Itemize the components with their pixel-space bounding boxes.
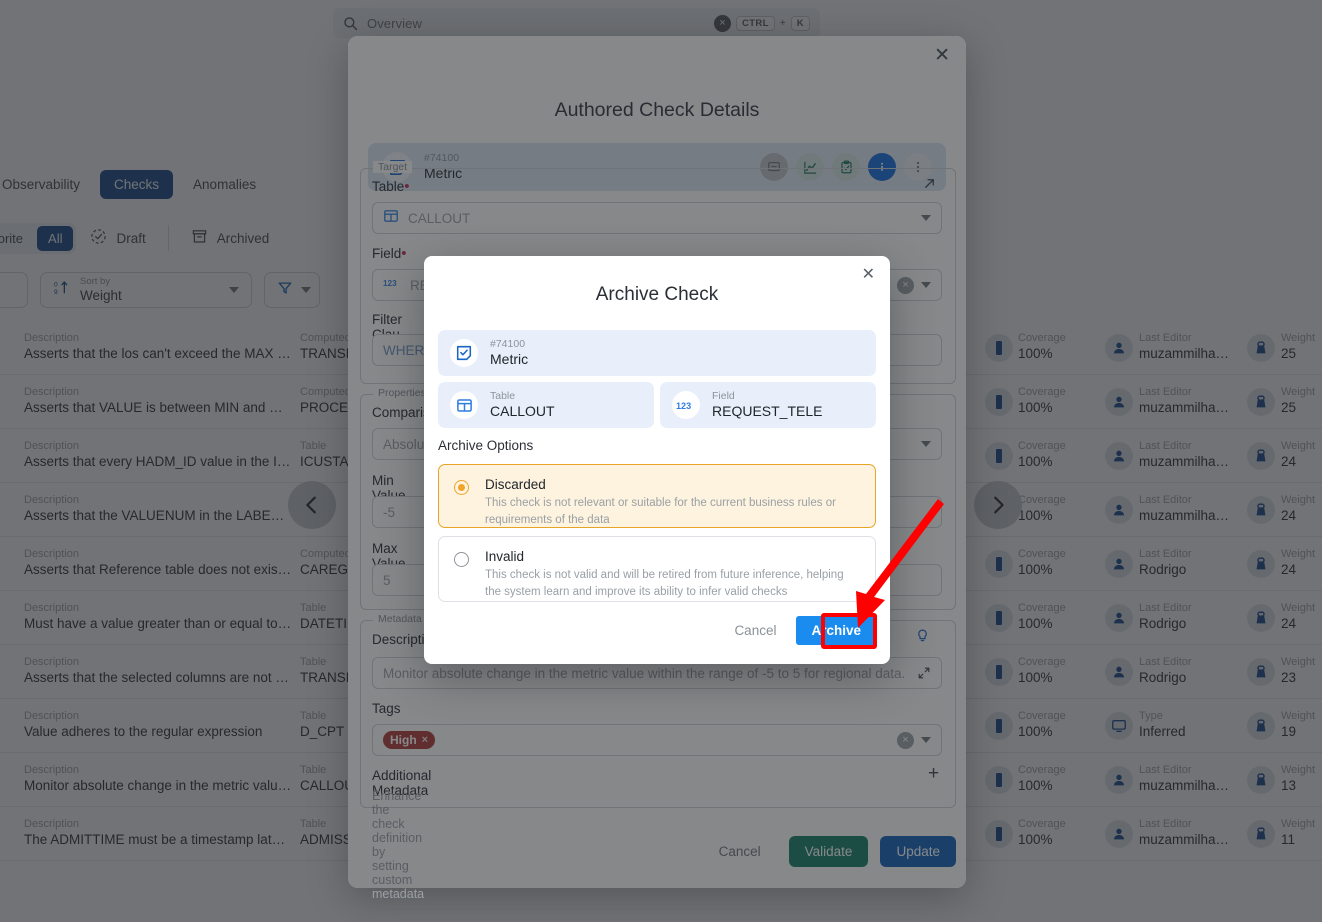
archive-check-type: Metric: [490, 350, 529, 367]
archive-field-texts: Field REQUEST_TELE: [712, 390, 822, 421]
archive-table-value: CALLOUT: [490, 402, 555, 419]
archive-table-chip: Table CALLOUT: [438, 382, 654, 428]
archive-chip-texts: #74100 Metric: [490, 338, 528, 369]
archive-field-chip: 123 Field REQUEST_TELE: [660, 382, 876, 428]
archive-options-label: Archive Options: [438, 438, 534, 453]
check-document-icon: [450, 339, 478, 367]
close-icon[interactable]: ✕: [862, 267, 875, 283]
svg-text:123: 123: [676, 401, 691, 411]
archive-check-dialog: ✕ Archive Check #74100 Metric Table CALL…: [424, 256, 890, 664]
archive-option-invalid[interactable]: Invalid This check is not valid and will…: [438, 536, 876, 602]
screen: Overview × CTRL + K Observability Checks…: [0, 0, 1322, 922]
archive-field-caption: Field: [712, 389, 735, 402]
radio-invalid-icon[interactable]: [454, 552, 469, 567]
number-123-icon: 123: [672, 391, 700, 419]
archive-check-id: #74100: [490, 337, 526, 350]
radio-discarded-icon[interactable]: [454, 480, 469, 495]
option-invalid-title: Invalid: [485, 549, 525, 564]
archive-check-chip: #74100 Metric: [438, 330, 876, 376]
option-discarded-description: This check is not relevant or suitable f…: [485, 497, 836, 526]
table-grid-icon: [450, 391, 478, 419]
archive-option-discarded[interactable]: Discarded This check is not relevant or …: [438, 464, 876, 528]
option-discarded-title: Discarded: [485, 477, 546, 492]
archive-table-caption: Table: [490, 389, 516, 402]
archive-field-value: REQUEST_TELE: [712, 402, 823, 419]
archive-dialog-footer: Cancel Archive: [438, 616, 876, 645]
option-invalid-description: This check is not valid and will be reti…: [485, 569, 844, 598]
archive-table-texts: Table CALLOUT: [490, 390, 555, 421]
archive-cancel-button[interactable]: Cancel: [724, 617, 786, 644]
archive-button[interactable]: Archive: [796, 616, 876, 645]
archive-dialog-title: Archive Check: [595, 284, 719, 305]
